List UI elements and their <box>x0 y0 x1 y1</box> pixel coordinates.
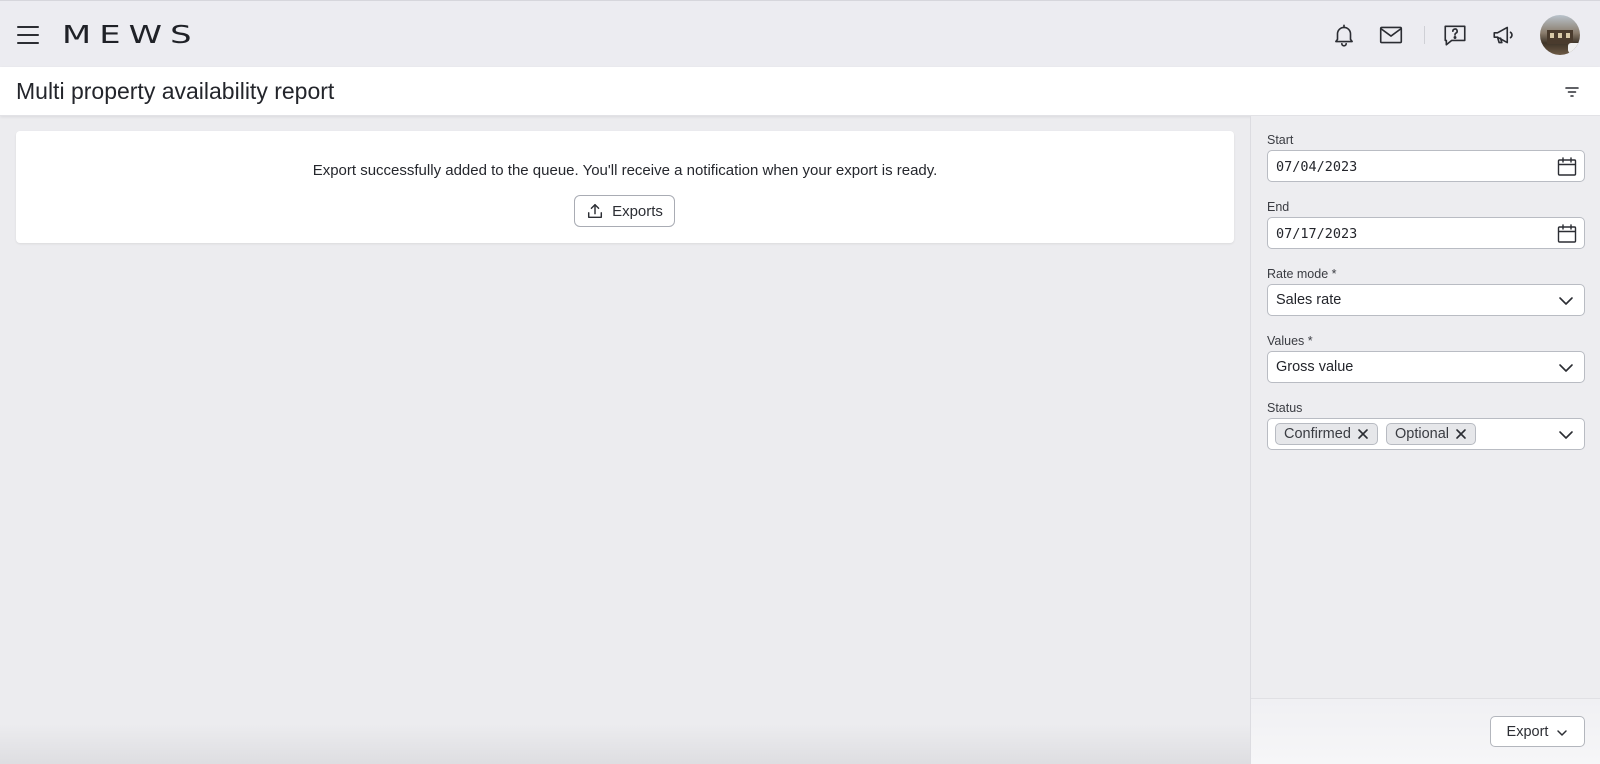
start-date-value: 07/04/2023 <box>1276 159 1358 175</box>
values-value: Gross value <box>1276 359 1354 375</box>
upload-icon <box>588 203 603 219</box>
status-chip-optional: Optional <box>1386 423 1477 445</box>
status-chip-confirmed: Confirmed <box>1275 423 1378 445</box>
calendar-icon[interactable] <box>1556 156 1578 178</box>
status-multiselect[interactable]: Confirmed Optional <box>1267 418 1585 450</box>
mail-icon[interactable] <box>1378 22 1404 48</box>
top-bar: MEWS <box>0 0 1600 67</box>
page-title: Multi property availability report <box>16 78 335 104</box>
close-icon[interactable] <box>1455 428 1467 440</box>
help-icon[interactable] <box>1442 22 1468 48</box>
calendar-icon[interactable] <box>1556 223 1578 245</box>
status-label: Status <box>1267 401 1303 415</box>
export-notice-card: Export successfully added to the queue. … <box>16 131 1234 243</box>
start-date-field[interactable]: 07/04/2023 <box>1267 150 1585 182</box>
panel-footer: Export <box>1251 698 1600 764</box>
rate-mode-value: Sales rate <box>1276 292 1342 308</box>
chevron-down-icon[interactable] <box>1558 428 1574 442</box>
values-label: Values * <box>1267 334 1313 348</box>
values-select[interactable]: Gross value <box>1267 351 1585 383</box>
export-button-label: Export <box>1506 723 1549 740</box>
megaphone-icon[interactable] <box>1491 22 1517 48</box>
app-logo[interactable]: MEWS <box>62 20 200 49</box>
status-chip-label: Confirmed <box>1284 426 1351 442</box>
page-header: Multi property availability report <box>0 67 1600 116</box>
toolbar-divider <box>1424 26 1425 44</box>
export-button[interactable]: Export <box>1490 716 1585 747</box>
end-date-field[interactable]: 07/17/2023 <box>1267 217 1585 249</box>
rate-mode-label: Rate mode * <box>1267 267 1337 281</box>
menu-icon[interactable] <box>17 26 39 44</box>
filter-icon[interactable] <box>1562 82 1582 102</box>
end-date-value: 07/17/2023 <box>1276 226 1358 242</box>
chevron-down-icon <box>1557 729 1568 736</box>
end-date-label: End <box>1267 200 1290 214</box>
chevron-down-icon <box>1559 364 1573 372</box>
bell-icon[interactable] <box>1331 22 1357 48</box>
close-icon[interactable] <box>1357 428 1369 440</box>
status-chip-label: Optional <box>1395 426 1450 442</box>
rate-mode-select[interactable]: Sales rate <box>1267 284 1585 316</box>
exports-button-label: Exports <box>612 202 663 220</box>
bottom-shade <box>0 724 1250 764</box>
start-date-label: Start <box>1267 133 1294 147</box>
avatar[interactable] <box>1540 15 1580 55</box>
filter-panel: Start 07/04/2023 End 07/17/2023 Rate mod… <box>1250 116 1600 764</box>
exports-button[interactable]: Exports <box>574 195 675 227</box>
export-notice-message: Export successfully added to the queue. … <box>312 162 938 179</box>
chevron-down-icon <box>1559 297 1573 305</box>
